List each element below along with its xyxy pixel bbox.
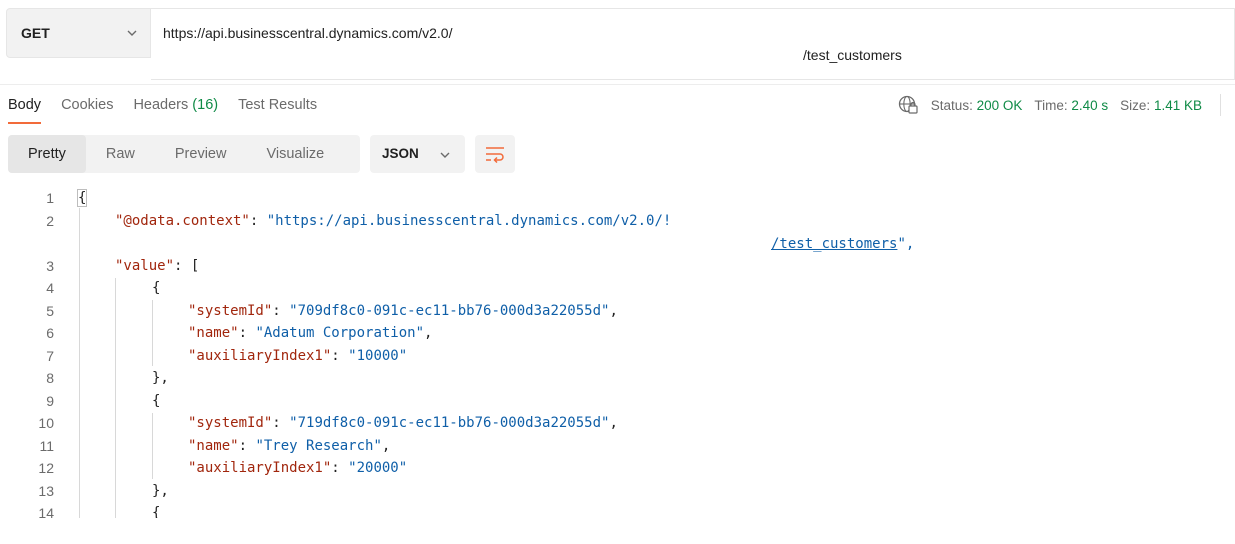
size-value[interactable]: 1.41 KB [1154,98,1202,113]
method-select[interactable]: GET [6,8,151,58]
code-line: "@odata.context": "https://api.businessc… [115,213,672,229]
line-number: 12 [38,460,54,476]
url-text-line2: /test_customers [803,47,902,63]
globe-icon[interactable] [897,94,919,116]
response-tabs: Body Cookies Headers (16) Test Results [8,94,317,124]
format-select[interactable]: JSON [370,135,465,173]
headers-count-badge: (16) [192,97,219,113]
code-line-continuation: /test_customers", [771,236,914,252]
tab-headers[interactable]: Headers (16) [133,94,218,124]
tab-headers-label: Headers [133,97,189,113]
code-line: "auxiliaryIndex1": "10000" [188,348,408,364]
json-string: "10000" [348,348,408,364]
view-mode-raw[interactable]: Raw [86,135,155,173]
context-link[interactable]: /test_customers [771,236,897,252]
json-string: "Adatum Corporation" [255,325,425,341]
time-readout: Time: 2.40 s [1034,98,1108,113]
indent-guide [152,413,153,479]
line-number: 3 [46,258,54,274]
view-mode-visualize[interactable]: Visualize [246,135,344,173]
url-text-line1: https://api.businesscentral.dynamics.com… [163,25,453,41]
json-string: "20000" [348,460,408,476]
chevron-down-icon [127,30,137,36]
tab-cookies[interactable]: Cookies [61,94,113,124]
line-number: 5 [46,303,54,319]
status-value[interactable]: 200 OK [977,98,1023,113]
json-key: "auxiliaryIndex1" [188,348,332,364]
line-number: 4 [46,280,54,296]
line-number: 9 [46,393,54,409]
json-key: "name" [188,325,239,341]
line-number: 10 [38,415,54,431]
code-open-brace: { [152,280,161,296]
chevron-down-icon [440,152,450,158]
divider [0,84,1235,85]
line-number: 13 [38,483,54,499]
status-label: Status: [930,97,973,113]
response-meta: Status: 200 OK Time: 2.40 s Size: 1.41 K… [897,94,1221,116]
indent-guide [79,208,80,518]
code-open-brace: { [76,189,88,207]
code-open-brace: { [152,505,161,518]
line-number: 14 [38,505,54,518]
request-bar: GET https://api.businesscentral.dynamics… [6,8,1235,80]
wrap-lines-button[interactable] [475,135,515,173]
code-line: "auxiliaryIndex1": "20000" [188,460,408,476]
json-string: "719df8c0-091c-ec11-bb76-000d3a22055d" [289,415,610,431]
code-line: "systemId": "709df8c0-091c-ec11-bb76-000… [188,303,618,319]
code-close-brace: }, [152,370,169,386]
code-line: "name": "Trey Research", [188,438,391,454]
url-input[interactable]: https://api.businesscentral.dynamics.com… [151,8,1235,80]
tab-test-results[interactable]: Test Results [238,94,317,124]
json-string: "https://api.businesscentral.dynamics.co… [266,213,672,229]
json-key: "name" [188,438,239,454]
time-value[interactable]: 2.40 s [1071,98,1108,113]
tab-body[interactable]: Body [8,94,42,124]
view-mode-segmented: Pretty Raw Preview Visualize [8,135,360,173]
code-close-brace: }, [152,483,169,499]
line-number: 7 [46,348,54,364]
json-string: "709df8c0-091c-ec11-bb76-000d3a22055d" [289,303,610,319]
indent-guide [115,278,116,518]
json-punct: : [ [174,258,200,274]
view-mode-preview[interactable]: Preview [155,135,247,173]
json-key: "systemId" [188,303,273,319]
code-line: "systemId": "719df8c0-091c-ec11-bb76-000… [188,415,618,431]
divider [1220,94,1221,116]
view-mode-pretty[interactable]: Pretty [8,135,86,173]
json-string-tail: ", [897,236,915,252]
time-label: Time: [1034,97,1068,113]
json-key: "auxiliaryIndex1" [188,460,332,476]
line-number: 1 [46,190,54,206]
json-key: "systemId" [188,415,273,431]
status-readout: Status: 200 OK [931,98,1023,113]
wrap-lines-icon [486,147,504,163]
json-string: "Trey Research" [255,438,382,454]
line-number: 2 [46,213,54,229]
size-readout: Size: 1.41 KB [1120,98,1202,113]
code-line: "name": "Adatum Corporation", [188,325,433,341]
line-number: 11 [39,438,54,454]
method-label: GET [21,25,50,41]
json-key: "@odata.context" [115,213,250,229]
size-label: Size: [1120,97,1151,113]
indent-guide [152,300,153,366]
code-line: "value": [ [115,258,199,274]
response-body-viewer[interactable]: 1 2 3 4 5 6 7 8 9 10 11 12 13 14 { "@oda… [0,188,1235,518]
line-number: 6 [46,325,54,341]
code-open-brace: { [152,393,161,409]
json-key: "value" [115,258,175,274]
format-label: JSON [382,146,419,161]
line-number: 8 [46,370,54,386]
